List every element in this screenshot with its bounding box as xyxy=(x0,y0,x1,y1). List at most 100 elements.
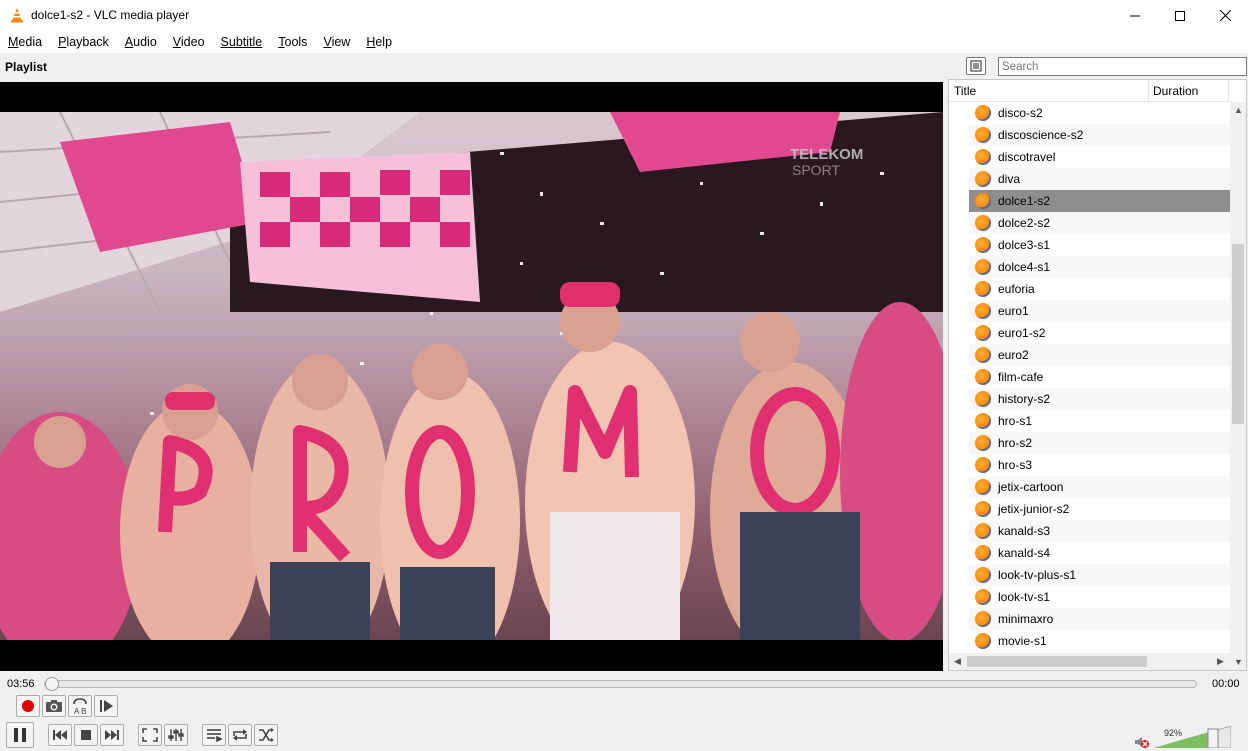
playlist-item-title: look-tv-s1 xyxy=(998,590,1051,604)
menu-playback[interactable]: Playback xyxy=(50,31,117,53)
stream-globe-icon xyxy=(975,435,991,451)
repeat-icon xyxy=(233,729,247,741)
playlist-item[interactable]: diva xyxy=(969,168,1231,190)
playlist-item[interactable]: hro-s3 xyxy=(969,454,1231,476)
shuffle-button[interactable] xyxy=(254,724,278,746)
maximize-icon xyxy=(1175,10,1185,21)
video-output[interactable]: TELEKOM SPORT xyxy=(0,82,943,671)
seek-slider[interactable] xyxy=(44,677,1197,691)
playlist-horizontal-scrollbar[interactable]: ◀ ▶ xyxy=(949,653,1232,670)
stop-icon xyxy=(81,730,91,740)
playlist-item-title: euro1 xyxy=(998,304,1029,318)
next-icon xyxy=(105,730,119,740)
snapshot-button[interactable] xyxy=(42,695,66,717)
elapsed-time[interactable]: 03:56 xyxy=(7,678,35,690)
stream-globe-icon xyxy=(975,479,991,495)
playlist-item[interactable]: kanald-s4 xyxy=(969,542,1231,564)
playlist-item[interactable]: movie-s1 xyxy=(969,630,1231,652)
column-duration[interactable]: Duration xyxy=(1153,84,1198,98)
playlist-view-button[interactable] xyxy=(966,57,986,75)
fullscreen-button[interactable] xyxy=(138,724,162,746)
playlist-item-title: euro1-s2 xyxy=(998,326,1046,340)
pause-icon xyxy=(14,728,26,742)
playlist-item[interactable]: jetix-cartoon xyxy=(969,476,1231,498)
crowd-scene-illustration: TELEKOM SPORT xyxy=(0,112,943,640)
close-button[interactable] xyxy=(1202,0,1248,31)
menu-help[interactable]: Help xyxy=(358,31,400,53)
menu-view[interactable]: View xyxy=(315,31,358,53)
stream-globe-icon xyxy=(975,457,991,473)
column-title[interactable]: Title xyxy=(954,84,976,98)
playlist-item-title: look-tv-plus-s1 xyxy=(998,568,1077,582)
menu-video[interactable]: Video xyxy=(165,31,213,53)
pause-button[interactable] xyxy=(6,722,34,748)
stream-globe-icon xyxy=(975,259,991,275)
playlist-item[interactable]: minimaxro xyxy=(969,608,1231,630)
scroll-up-icon[interactable]: ▲ xyxy=(1234,105,1243,115)
playlist-item-title: history-s2 xyxy=(998,392,1051,406)
playlist-item[interactable]: euro1 xyxy=(969,300,1231,322)
menu-audio[interactable]: Audio xyxy=(117,31,165,53)
column-divider[interactable] xyxy=(1228,80,1229,102)
loop-button[interactable] xyxy=(228,724,252,746)
playlist-item[interactable]: euforia xyxy=(969,278,1231,300)
playlist-item-title: dolce2-s2 xyxy=(998,216,1051,230)
playlist-item[interactable]: hro-s1 xyxy=(969,410,1231,432)
playlist-column-header: Title Duration xyxy=(949,80,1232,102)
menu-media[interactable]: Media xyxy=(0,31,50,53)
stream-globe-icon xyxy=(975,633,991,649)
frame-by-frame-button[interactable] xyxy=(94,695,118,717)
menu-tools[interactable]: Tools xyxy=(270,31,315,53)
playlist-item[interactable]: film-cafe xyxy=(969,366,1231,388)
record-button[interactable] xyxy=(16,695,40,717)
playlist-items: disco-s2 discoscience-s2 discotravel diva do… xyxy=(969,102,1231,652)
playlist-item[interactable]: dolce2-s2 xyxy=(969,212,1231,234)
column-divider[interactable] xyxy=(1148,80,1149,102)
playlist-item[interactable]: dolce3-s1 xyxy=(969,234,1231,256)
playlist-item[interactable]: history-s2 xyxy=(969,388,1231,410)
playlist-search-input[interactable] xyxy=(998,57,1247,76)
menu-subtitle[interactable]: Subtitle xyxy=(213,31,271,53)
playlist-item[interactable]: discotravel xyxy=(969,146,1231,168)
scroll-left-icon[interactable]: ◀ xyxy=(954,656,961,667)
playlist-item[interactable]: hro-s2 xyxy=(969,432,1231,454)
playlist-item[interactable]: dolce4-s1 xyxy=(969,256,1231,278)
playlist-vertical-scrollbar[interactable]: ▲ ▼ xyxy=(1230,102,1246,670)
playlist-item[interactable]: look-tv-plus-s1 xyxy=(969,564,1231,586)
minimize-icon xyxy=(1130,15,1140,16)
ab-loop-button[interactable]: A B xyxy=(68,695,92,717)
toggle-playlist-button[interactable] xyxy=(202,724,226,746)
scrollbar-thumb[interactable] xyxy=(1232,244,1244,424)
playlist-item[interactable]: disco-s2 xyxy=(969,102,1231,124)
total-time[interactable]: 00:00 xyxy=(1212,678,1240,690)
playlist-item[interactable]: jetix-junior-s2 xyxy=(969,498,1231,520)
stream-globe-icon xyxy=(975,567,991,583)
playlist-panel: Title Duration disco-s2 discoscience-s2 di… xyxy=(948,79,1247,671)
volume-handle[interactable] xyxy=(1207,728,1219,748)
window-title: dolce1-s2 - VLC media player xyxy=(31,8,190,22)
playlist-item[interactable]: discoscience-s2 xyxy=(969,124,1231,146)
speaker-muted-icon[interactable] xyxy=(1134,735,1150,749)
extended-settings-button[interactable] xyxy=(164,724,188,746)
minimize-button[interactable] xyxy=(1112,0,1158,31)
menu-bar: Media Playback Audio Video Subtitle Tool… xyxy=(0,31,1248,53)
playlist-item-title: dolce4-s1 xyxy=(998,260,1051,274)
maximize-button[interactable] xyxy=(1157,0,1203,31)
next-button[interactable] xyxy=(100,724,124,746)
seek-handle[interactable] xyxy=(45,677,59,691)
stream-globe-icon xyxy=(975,281,991,297)
scrollbar-thumb[interactable] xyxy=(967,656,1147,667)
stream-globe-icon xyxy=(975,523,991,539)
scroll-right-icon[interactable]: ▶ xyxy=(1217,656,1224,667)
playlist-item[interactable]: kanald-s3 xyxy=(969,520,1231,542)
playlist-item[interactable]: dolce1-s2 xyxy=(969,190,1231,212)
playlist-item[interactable]: euro1-s2 xyxy=(969,322,1231,344)
previous-button[interactable] xyxy=(48,724,72,746)
volume-slider[interactable] xyxy=(1155,726,1231,748)
stop-button[interactable] xyxy=(74,724,98,746)
close-icon xyxy=(1219,10,1231,21)
playlist-item[interactable]: look-tv-s1 xyxy=(969,586,1231,608)
playlist-item[interactable]: euro2 xyxy=(969,344,1231,366)
playlist-item-title: hro-s2 xyxy=(998,436,1033,450)
scroll-down-icon[interactable]: ▼ xyxy=(1234,657,1243,667)
